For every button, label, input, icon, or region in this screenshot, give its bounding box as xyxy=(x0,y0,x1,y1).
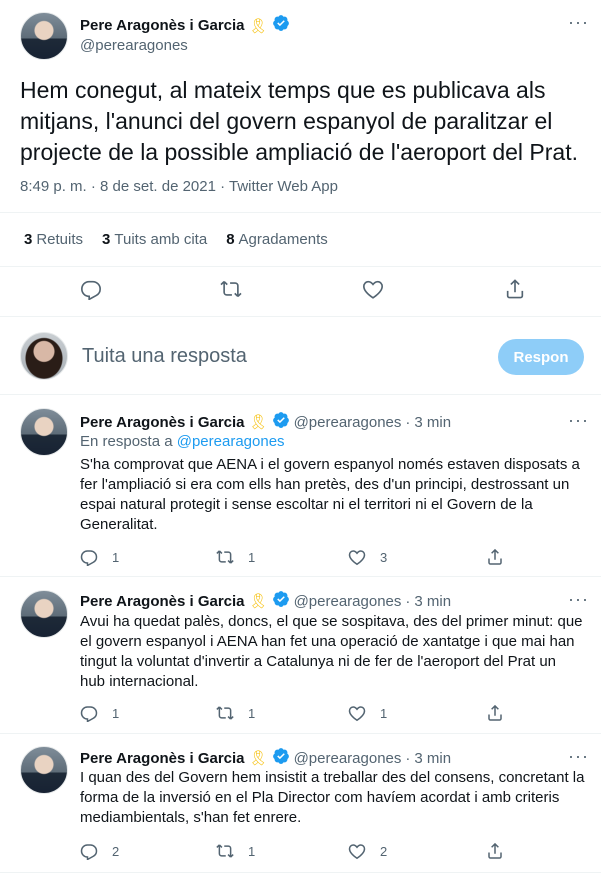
reply-time[interactable]: 3 min xyxy=(414,593,451,610)
reply-count: 1 xyxy=(112,549,120,565)
user-avatar[interactable] xyxy=(20,332,68,380)
separator-dot: · xyxy=(405,413,411,431)
reply-icon[interactable]: 2 xyxy=(80,842,119,860)
reply-author-handle[interactable]: @perearagones xyxy=(294,750,402,767)
reply-header: Pere Aragonès i Garcia 🎗 @perearagones ·… xyxy=(80,747,451,769)
share-icon[interactable] xyxy=(486,704,504,722)
share-icon[interactable] xyxy=(486,842,504,860)
verified-badge-icon xyxy=(272,747,290,769)
in-reply-to-link[interactable]: @perearagones xyxy=(177,433,285,450)
tweet-stats: 3 Retuits 3 Tuits amb cita 8 Agradaments xyxy=(24,231,328,248)
separator-dot: · xyxy=(405,749,411,767)
share-icon[interactable] xyxy=(486,548,504,566)
heart-icon[interactable]: 1 xyxy=(348,704,387,722)
author-handle[interactable]: @perearagones xyxy=(80,37,188,54)
yellow-ribbon-icon: 🎗 xyxy=(248,17,268,35)
quotes-stat[interactable]: 3 Tuits amb cita xyxy=(102,231,207,248)
verified-badge-icon xyxy=(272,590,290,612)
more-icon[interactable]: ··· xyxy=(568,410,589,431)
divider xyxy=(0,316,601,317)
likes-stat[interactable]: 8 Agradaments xyxy=(226,231,328,248)
reply-avatar[interactable] xyxy=(20,746,68,794)
divider xyxy=(0,576,601,577)
divider xyxy=(0,266,601,267)
heart-icon[interactable]: 2 xyxy=(348,842,387,860)
heart-icon[interactable] xyxy=(362,278,384,300)
like-count: 1 xyxy=(380,705,388,721)
tweet-text: Hem conegut, al mateix temps que es publ… xyxy=(20,77,578,165)
reply-text: Avui ha quedat palès, doncs, el que se s… xyxy=(80,613,583,690)
reply-icon[interactable] xyxy=(80,278,102,300)
tweet-meta[interactable]: 8:49 p. m. · 8 de set. de 2021 · Twitter… xyxy=(20,178,338,195)
reply-avatar[interactable] xyxy=(20,590,68,638)
reply-avatar[interactable] xyxy=(20,408,68,456)
reply-icon[interactable]: 1 xyxy=(80,704,119,722)
reply-count: 2 xyxy=(112,843,120,859)
retweets-stat[interactable]: 3 Retuits xyxy=(24,231,83,248)
divider xyxy=(0,212,601,213)
reply-count: 1 xyxy=(112,705,120,721)
more-icon[interactable]: ··· xyxy=(568,589,589,610)
reply-text: S'ha comprovat que AENA i el govern espa… xyxy=(80,456,580,533)
verified-badge-icon xyxy=(272,411,290,433)
reply-header: Pere Aragonès i Garcia 🎗 @perearagones ·… xyxy=(80,411,451,433)
divider xyxy=(0,872,601,873)
divider xyxy=(0,394,601,395)
like-count: 2 xyxy=(380,843,388,859)
reply-author-name[interactable]: Pere Aragonès i Garcia xyxy=(80,750,245,767)
retweet-icon[interactable]: 1 xyxy=(216,704,255,722)
reply-author-handle[interactable]: @perearagones xyxy=(294,414,402,431)
verified-badge-icon xyxy=(272,14,290,37)
share-icon[interactable] xyxy=(504,278,526,300)
retweet-count: 1 xyxy=(248,705,256,721)
like-count: 3 xyxy=(380,549,388,565)
reply-time[interactable]: 3 min xyxy=(414,750,451,767)
heart-icon[interactable]: 3 xyxy=(348,548,387,566)
retweet-icon[interactable]: 1 xyxy=(216,548,255,566)
more-icon[interactable]: ··· xyxy=(568,746,589,767)
more-icon[interactable]: ··· xyxy=(568,12,589,33)
retweet-icon[interactable] xyxy=(220,278,242,300)
in-reply-to: En resposta a @perearagones xyxy=(80,433,285,450)
retweet-count: 1 xyxy=(248,843,256,859)
author-avatar[interactable] xyxy=(20,12,68,60)
reply-header: Pere Aragonès i Garcia 🎗 @perearagones ·… xyxy=(80,590,451,612)
reply-time[interactable]: 3 min xyxy=(414,414,451,431)
yellow-ribbon-icon: 🎗 xyxy=(248,750,268,767)
author-name[interactable]: Pere Aragonès i Garcia xyxy=(80,17,245,34)
yellow-ribbon-icon: 🎗 xyxy=(248,414,268,431)
reply-input[interactable]: Tuita una resposta xyxy=(82,345,247,368)
reply-text: I quan des del Govern hem insistit a tre… xyxy=(80,769,585,826)
reply-icon[interactable]: 1 xyxy=(80,548,119,566)
separator-dot: · xyxy=(405,592,411,610)
divider xyxy=(0,733,601,734)
retweet-icon[interactable]: 1 xyxy=(216,842,255,860)
reply-author-name[interactable]: Pere Aragonès i Garcia xyxy=(80,414,245,431)
reply-button[interactable]: Respon xyxy=(498,339,584,375)
reply-author-handle[interactable]: @perearagones xyxy=(294,593,402,610)
yellow-ribbon-icon: 🎗 xyxy=(248,593,268,610)
reply-author-name[interactable]: Pere Aragonès i Garcia xyxy=(80,593,245,610)
retweet-count: 1 xyxy=(248,549,256,565)
